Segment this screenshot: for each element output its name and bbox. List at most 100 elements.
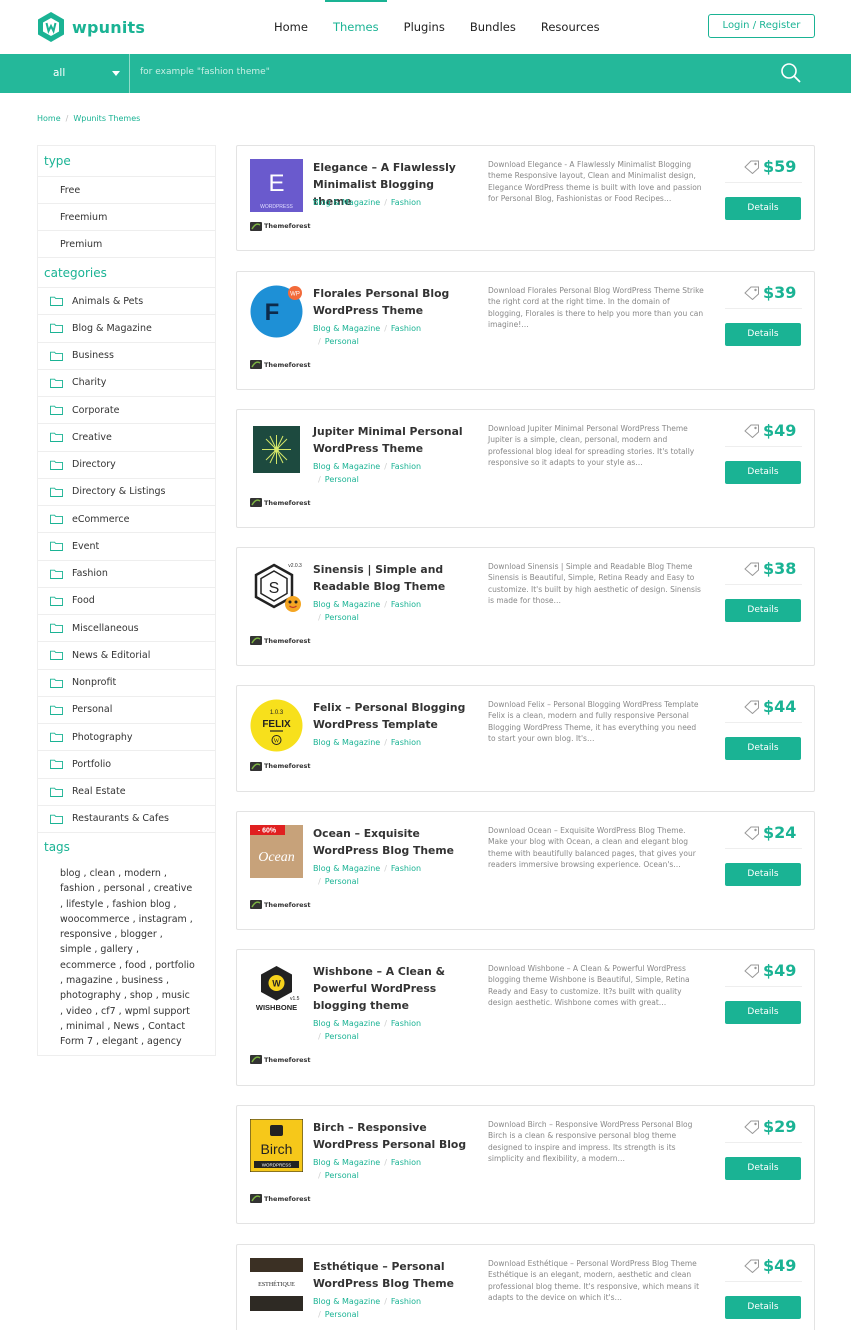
category-item[interactable]: Blog & Magazine	[38, 314, 215, 341]
type-premium[interactable]: Premium	[38, 230, 215, 257]
product-thumbnail[interactable]: E WORDPRESS	[250, 159, 303, 212]
category-link[interactable]: Personal	[325, 877, 359, 886]
category-label: Directory	[72, 459, 116, 471]
category-item[interactable]: Charity	[38, 368, 215, 396]
details-button[interactable]: Details	[725, 1296, 801, 1319]
login-register-button[interactable]: Login / Register	[708, 14, 815, 38]
category-item[interactable]: Directory & Listings	[38, 477, 215, 505]
product-description: Download Felix – Personal Blogging WordP…	[488, 700, 699, 743]
category-item[interactable]: Business	[38, 341, 215, 369]
thumb-letter: W	[272, 979, 281, 989]
category-select-value: all	[53, 67, 66, 79]
category-item[interactable]: Corporate	[38, 396, 215, 423]
product-title[interactable]: Sinensis | Simple and Readable Blog Them…	[313, 561, 473, 595]
details-button[interactable]: Details	[725, 863, 801, 886]
nav-home[interactable]: Home	[266, 0, 316, 54]
product-thumbnail[interactable]: Sv2.0.3	[250, 561, 303, 614]
details-button[interactable]: Details	[725, 1157, 801, 1180]
category-item[interactable]: Directory	[38, 450, 215, 478]
category-item[interactable]: Miscellaneous	[38, 614, 215, 641]
category-link[interactable]: Fashion	[391, 1158, 421, 1167]
logo[interactable]: wpunits	[36, 11, 145, 43]
breadcrumb-current[interactable]: Wpunits Themes	[73, 114, 140, 123]
product-title[interactable]: Birch – Responsive WordPress Personal Bl…	[313, 1119, 473, 1153]
type-freemium[interactable]: Freemium	[38, 203, 215, 230]
product-thumbnail[interactable]: ESTHÉTIQUE	[250, 1258, 303, 1311]
category-link[interactable]: Personal	[325, 337, 359, 346]
product-title[interactable]: Florales Personal Blog WordPress Theme	[313, 285, 473, 319]
category-item[interactable]: Portfolio	[38, 750, 215, 777]
category-item[interactable]: Photography	[38, 723, 215, 750]
category-link[interactable]: Fashion	[391, 864, 421, 873]
category-link[interactable]: Fashion	[391, 738, 421, 747]
product-thumbnail[interactable]: F WP	[250, 285, 303, 338]
nav-plugins[interactable]: Plugins	[396, 0, 453, 54]
category-item[interactable]: Food	[38, 586, 215, 614]
category-item[interactable]: Fashion	[38, 559, 215, 587]
category-select[interactable]: all	[38, 54, 130, 93]
category-link[interactable]: Blog & Magazine	[313, 324, 380, 333]
product-thumbnail[interactable]: - 60% Ocean	[250, 825, 303, 878]
category-link[interactable]: Fashion	[391, 324, 421, 333]
breadcrumb-home[interactable]: Home	[37, 114, 61, 123]
category-item[interactable]: Personal	[38, 695, 215, 723]
source-label: Themeforest	[264, 222, 311, 230]
product-title[interactable]: Esthétique – Personal WordPress Blog The…	[313, 1258, 473, 1292]
product-price: $44	[763, 697, 797, 716]
nav-resources[interactable]: Resources	[533, 0, 608, 54]
product-thumbnail[interactable]: 1.0.3 FELIX W	[250, 699, 303, 752]
category-link[interactable]: Blog & Magazine	[313, 864, 380, 873]
details-button[interactable]: Details	[725, 197, 801, 220]
product-price: $49	[763, 961, 797, 980]
product-title[interactable]: Felix – Personal Blogging WordPress Temp…	[313, 699, 473, 733]
details-button[interactable]: Details	[725, 737, 801, 760]
category-link[interactable]: Personal	[325, 1310, 359, 1319]
category-link[interactable]: Personal	[325, 475, 359, 484]
category-item[interactable]: News & Editorial	[38, 641, 215, 668]
product-thumbnail[interactable]: Birch WORDPRESS	[250, 1119, 303, 1172]
price-divider	[725, 848, 802, 849]
folder-icon	[50, 732, 63, 743]
details-button[interactable]: Details	[725, 599, 801, 622]
category-link[interactable]: Fashion	[391, 1019, 421, 1028]
tag-cloud[interactable]: blog , clean , modern , fashion , person…	[38, 860, 215, 1050]
category-link[interactable]: Blog & Magazine	[313, 1158, 380, 1167]
category-link[interactable]: Fashion	[391, 1297, 421, 1306]
product-title[interactable]: Wishbone – A Clean & Powerful WordPress …	[313, 963, 473, 1014]
type-free[interactable]: Free	[38, 176, 215, 203]
category-link[interactable]: Blog & Magazine	[313, 738, 380, 747]
category-link[interactable]: Personal	[325, 1171, 359, 1180]
product-thumbnail[interactable]: Wv1.5 WISHBONE	[250, 963, 303, 1016]
category-item[interactable]: eCommerce	[38, 505, 215, 532]
category-link[interactable]: Blog & Magazine	[313, 600, 380, 609]
product-title[interactable]: Ocean – Exquisite WordPress Blog Theme	[313, 825, 473, 859]
folder-icon	[50, 705, 63, 715]
category-link[interactable]: Fashion	[391, 198, 421, 207]
product-thumbnail[interactable]	[250, 423, 303, 476]
category-link[interactable]: Blog & Magazine	[313, 198, 380, 207]
details-button[interactable]: Details	[725, 461, 801, 484]
category-link[interactable]: Blog & Magazine	[313, 462, 380, 471]
details-button[interactable]: Details	[725, 323, 801, 346]
category-link[interactable]: Fashion	[391, 600, 421, 609]
category-item[interactable]: Animals & Pets	[38, 287, 215, 314]
category-item[interactable]: Real Estate	[38, 777, 215, 805]
category-link[interactable]: Personal	[325, 1032, 359, 1041]
category-link[interactable]: Personal	[325, 613, 359, 622]
search-icon[interactable]	[780, 62, 802, 84]
category-link[interactable]: Blog & Magazine	[313, 1019, 380, 1028]
nav-bundles[interactable]: Bundles	[462, 0, 524, 54]
nav-themes[interactable]: Themes	[324, 0, 387, 54]
product-card: ESTHÉTIQUE Esthétique – Personal WordPres…	[236, 1244, 815, 1330]
category-item[interactable]: Nonprofit	[38, 668, 215, 696]
category-item[interactable]: Restaurants & Cafes	[38, 804, 215, 832]
search-input[interactable]: for example "fashion theme"	[140, 67, 270, 77]
category-item[interactable]: Event	[38, 532, 215, 559]
category-item[interactable]: Creative	[38, 423, 215, 450]
breadcrumb-separator: /	[65, 114, 69, 123]
category-link[interactable]: Fashion	[391, 462, 421, 471]
category-link[interactable]: Blog & Magazine	[313, 1297, 380, 1306]
product-title[interactable]: Jupiter Minimal Personal WordPress Theme	[313, 423, 473, 457]
folder-icon	[50, 433, 63, 443]
details-button[interactable]: Details	[725, 1001, 801, 1024]
